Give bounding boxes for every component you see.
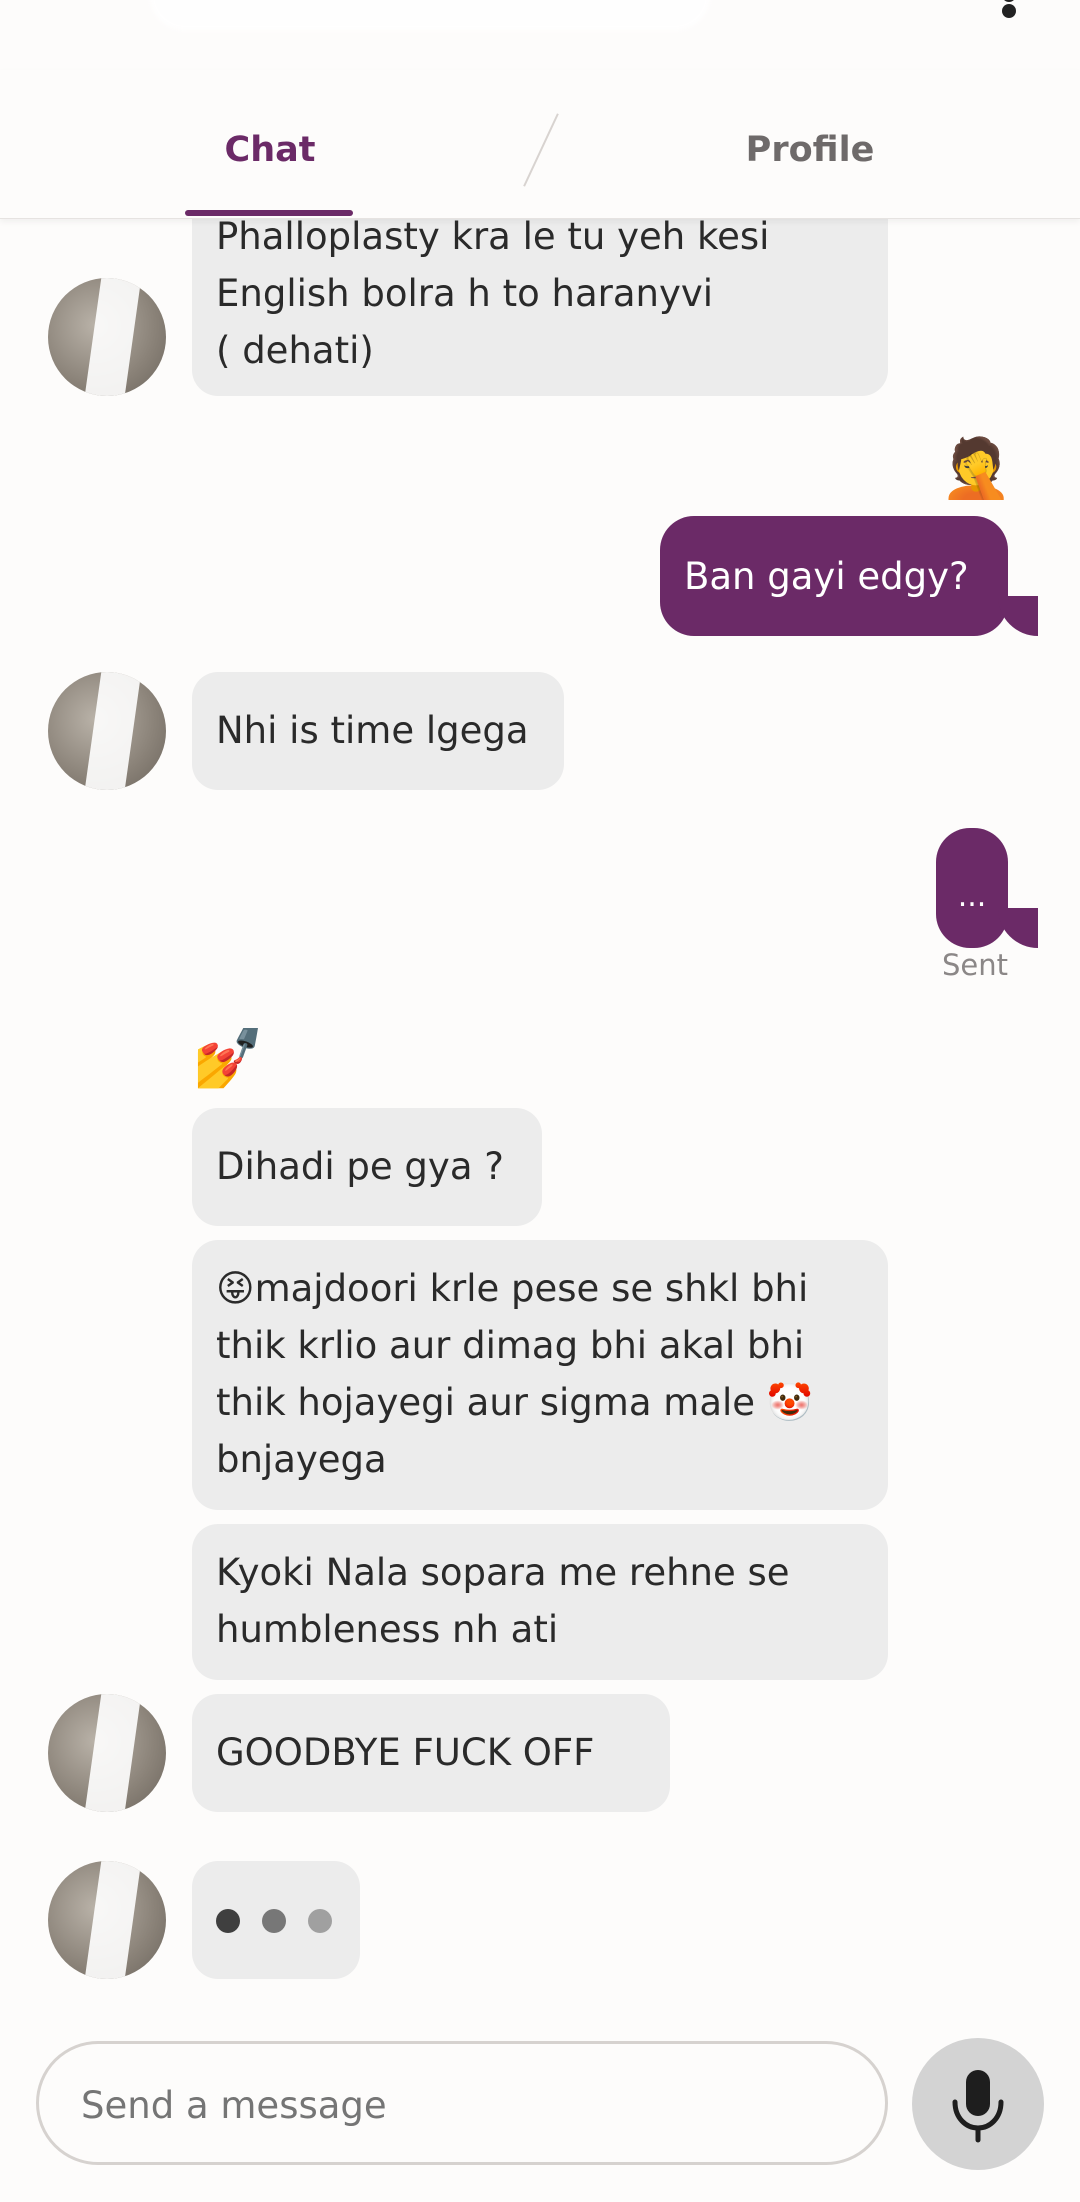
back-arrow-icon[interactable] bbox=[38, 0, 74, 8]
message-bubble-received: Dihadi pe gya ? bbox=[192, 1108, 542, 1226]
avatar[interactable] bbox=[48, 1694, 166, 1812]
message-text-line: thik krlio aur dimag bhi akal bhi bbox=[216, 1324, 805, 1367]
typing-dot bbox=[216, 1909, 240, 1933]
message-text-line: bnjayega bbox=[216, 1438, 387, 1481]
message-composer bbox=[36, 2041, 888, 2165]
message-bubble-received: GOODBYE FUCK OFF bbox=[192, 1694, 670, 1812]
typing-dot bbox=[308, 1909, 332, 1933]
message-status: Sent bbox=[942, 948, 1009, 982]
tab-bar: Chat Profile bbox=[0, 70, 1080, 219]
message-text: GOODBYE FUCK OFF bbox=[216, 1731, 595, 1774]
message-text: Ban gayi edgy? bbox=[684, 555, 969, 598]
message-text-line: 😝majdoori krle pese se shkl bhi bbox=[216, 1267, 809, 1310]
bubble-tail bbox=[998, 908, 1038, 948]
microphone-icon bbox=[952, 2070, 1004, 2143]
message-bubble-received: Phalloplasty kra le tu yeh kesi English … bbox=[192, 190, 888, 396]
tab-profile[interactable]: Profile bbox=[710, 130, 910, 170]
message-bubble-received: Kyoki Nala sopara me rehne se humbleness… bbox=[192, 1524, 888, 1680]
tab-divider bbox=[523, 113, 559, 187]
message-bubble-sent: Ban gayi edgy? bbox=[660, 516, 1008, 636]
redaction-scribble bbox=[150, 0, 710, 30]
message-text: ... bbox=[957, 879, 987, 914]
tab-chat[interactable]: Chat bbox=[185, 130, 355, 170]
top-bar bbox=[0, 0, 1080, 60]
avatar[interactable] bbox=[48, 278, 166, 396]
more-options-icon[interactable] bbox=[996, 0, 1020, 30]
typing-dot bbox=[262, 1909, 286, 1933]
message-bubble-received: Nhi is time lgega bbox=[192, 672, 564, 790]
message-text: Dihadi pe gya ? bbox=[216, 1145, 504, 1188]
message-input[interactable] bbox=[79, 2078, 843, 2132]
avatar[interactable] bbox=[48, 1861, 166, 1979]
voice-record-button[interactable] bbox=[912, 2038, 1044, 2170]
message-text-line: humbleness nh ati bbox=[216, 1608, 559, 1651]
message-text: Nhi is time lgega bbox=[216, 709, 529, 752]
message-text-line: ( dehati) bbox=[216, 329, 374, 372]
avatar[interactable] bbox=[48, 672, 166, 790]
typing-indicator bbox=[192, 1861, 360, 1979]
active-tab-indicator bbox=[185, 210, 353, 216]
bubble-tail bbox=[998, 596, 1038, 636]
message-text-line: thik hojayegi aur sigma male 🤡 bbox=[216, 1381, 813, 1424]
reaction-emoji: 🤦 bbox=[940, 434, 1013, 502]
message-text-line: English bolra h to haranyvi bbox=[216, 272, 714, 315]
message-text-line: Kyoki Nala sopara me rehne se bbox=[216, 1551, 790, 1594]
reaction-emoji: 💅 bbox=[192, 1024, 265, 1092]
message-bubble-received: 😝majdoori krle pese se shkl bhi thik krl… bbox=[192, 1240, 888, 1510]
message-bubble-sent: ... bbox=[936, 828, 1008, 948]
